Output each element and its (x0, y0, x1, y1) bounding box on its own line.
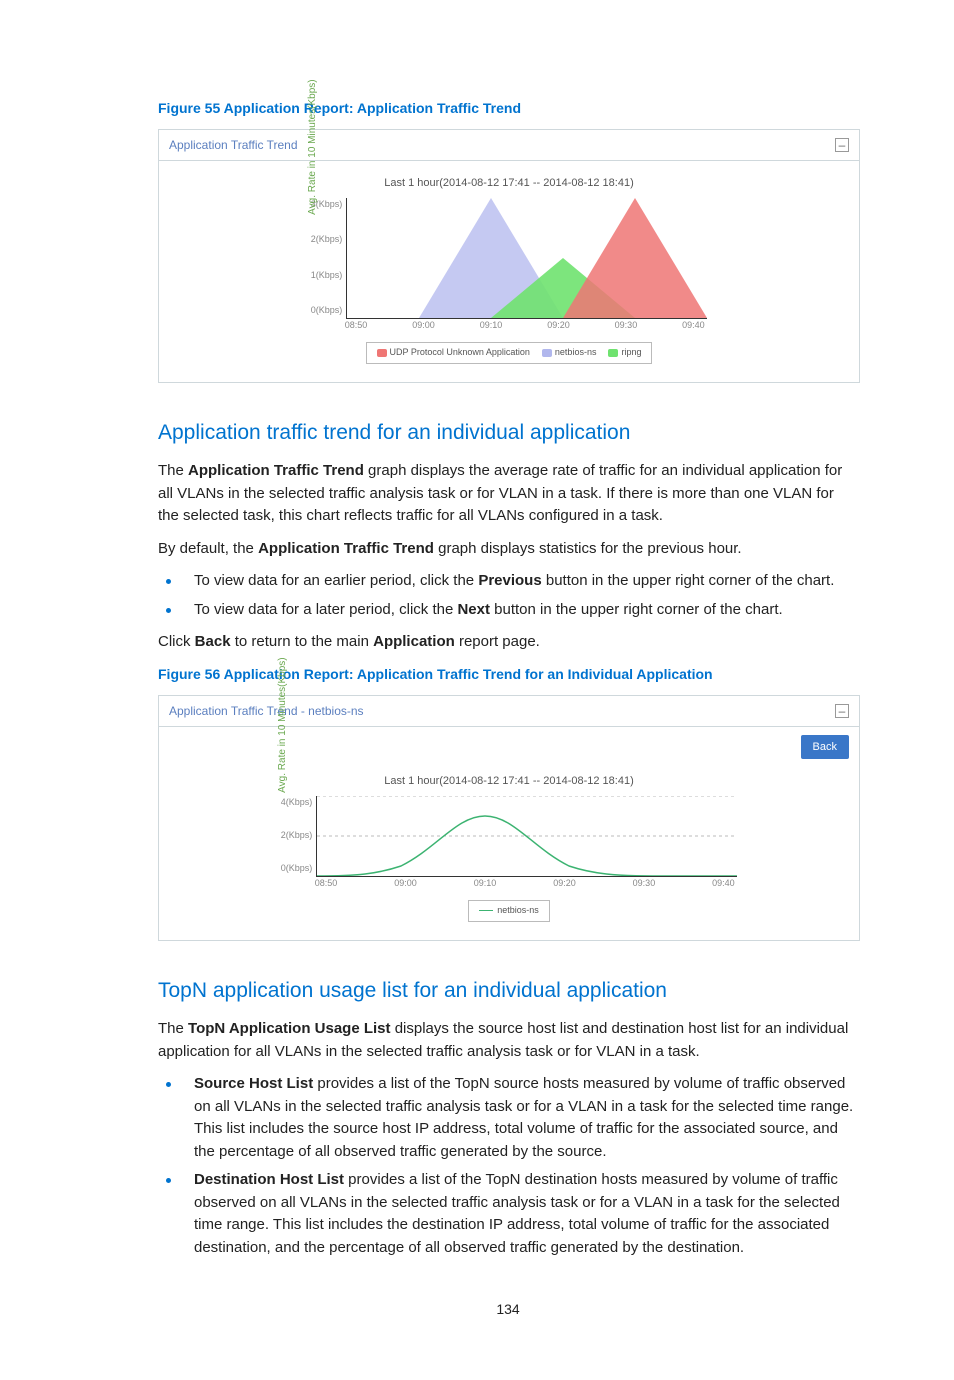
chart-1-yticks: 3(Kbps) 2(Kbps) 1(Kbps) 0(Kbps) (311, 198, 347, 318)
panel-title: Application Traffic Trend - netbios-ns (169, 702, 364, 720)
panel-body: Last 1 hour(2014-08-12 17:41 -- 2014-08-… (159, 161, 859, 382)
chart-2: Last 1 hour(2014-08-12 17:41 -- 2014-08-… (281, 773, 738, 922)
figure-55-panel: Application Traffic Trend – Last 1 hour(… (158, 129, 860, 383)
collapse-icon[interactable]: – (835, 704, 849, 718)
chart-1: Last 1 hour(2014-08-12 17:41 -- 2014-08-… (311, 175, 708, 364)
section-1-heading: Application traffic trend for an individ… (158, 417, 858, 449)
chart-2-plot (316, 796, 737, 877)
panel-header: Application Traffic Trend - netbios-ns – (159, 696, 859, 727)
panel-toolbar: Back (159, 727, 859, 760)
chart-2-title: Last 1 hour(2014-08-12 17:41 -- 2014-08-… (281, 773, 738, 790)
chart-1-xticks: 08:50 09:00 09:10 09:20 09:30 09:40 (345, 319, 705, 333)
figure-56-caption: Figure 56 Application Report: Applicatio… (158, 664, 858, 685)
panel-header: Application Traffic Trend – (159, 130, 859, 161)
chart-1-legend: UDP Protocol Unknown Application netbios… (366, 342, 653, 364)
page-content: Figure 55 Application Report: Applicatio… (0, 0, 954, 1380)
section-1-p1: The Application Traffic Trend graph disp… (158, 460, 858, 528)
chart-1-title: Last 1 hour(2014-08-12 17:41 -- 2014-08-… (311, 175, 708, 192)
chart-2-xticks: 08:50 09:00 09:10 09:20 09:30 09:40 (315, 877, 735, 891)
chart-2-legend: netbios-ns (468, 900, 550, 922)
collapse-icon[interactable]: – (835, 138, 849, 152)
list-item: To view data for an earlier period, clic… (158, 570, 858, 593)
figure-56-panel: Application Traffic Trend - netbios-ns –… (158, 695, 860, 941)
section-2-list: Source Host List provides a list of the … (158, 1073, 858, 1259)
back-button[interactable]: Back (801, 735, 849, 760)
panel-body: Last 1 hour(2014-08-12 17:41 -- 2014-08-… (159, 759, 859, 940)
section-2-p1: The TopN Application Usage List displays… (158, 1018, 858, 1063)
list-item: Source Host List provides a list of the … (158, 1073, 858, 1163)
section-1-p2: By default, the Application Traffic Tren… (158, 538, 858, 561)
chart-2-ylabel: Avg. Rate in 10 Minutes(Kbps) (275, 658, 290, 793)
section-1-list: To view data for an earlier period, clic… (158, 570, 858, 621)
page-number: 134 (158, 1299, 858, 1320)
list-item: Destination Host List provides a list of… (158, 1169, 858, 1259)
chart-2-yticks: 4(Kbps) 2(Kbps) 0(Kbps) (281, 796, 317, 876)
figure-55-caption: Figure 55 Application Report: Applicatio… (158, 98, 858, 119)
section-1-p3: Click Back to return to the main Applica… (158, 631, 858, 654)
section-2-heading: TopN application usage list for an indiv… (158, 975, 858, 1007)
panel-title: Application Traffic Trend (169, 136, 298, 154)
list-item: To view data for a later period, click t… (158, 599, 858, 622)
chart-1-ylabel: Avg. Rate in 10 Minutes(Kbps) (305, 80, 320, 215)
chart-1-plot (346, 198, 707, 319)
